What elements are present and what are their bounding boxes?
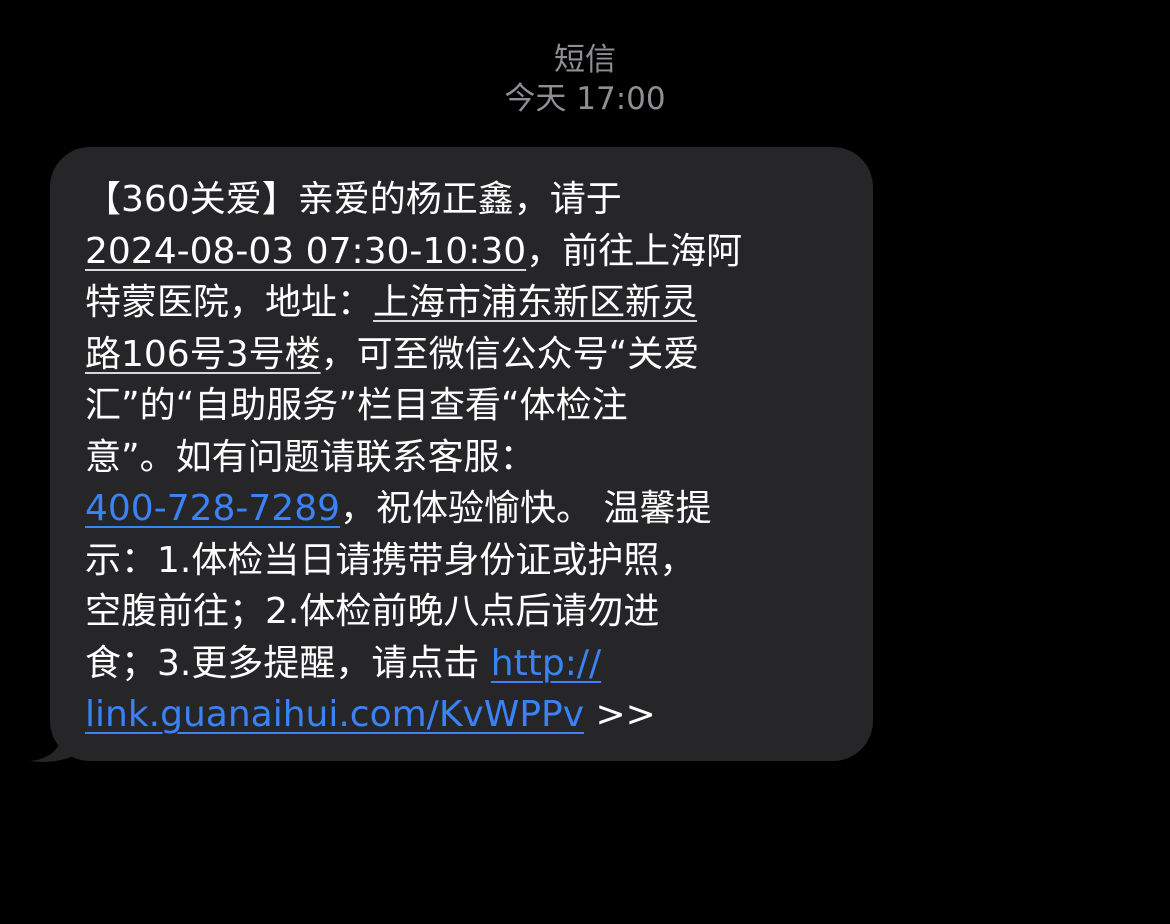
message-text-segment: 【360关爱】亲爱的杨正鑫，请于 [85,179,622,220]
sender-name: 短信 [554,42,616,78]
message-line: 示：1.体检当日请携带身份证或护照， [85,535,860,587]
message-line: 汇”的“自助服务”栏目查看“体检注 [85,380,860,432]
url-link[interactable]: http:// [491,643,601,684]
url-link-continued[interactable]: link.guanaihui.com/KvWPPv [85,694,584,735]
message-text-segment: >> [584,694,656,735]
message-text-segment: ，可至微信公众号“关爱 [320,333,700,375]
message-line: 2024-08-03 07:30-10:30，前往上海阿 [85,226,860,278]
message-line: 【360关爱】亲爱的杨正鑫，请于 [85,174,860,226]
message-line: 意”。如有问题请联系客服： [85,432,860,484]
message-timestamp: 今天 17:00 [504,81,666,117]
address-link[interactable]: 上海市浦东新区新灵 [373,282,697,323]
message-line: 空腹前往；2.体检前晚八点后请勿进 [85,586,860,638]
appointment-date-link[interactable]: 2024-08-03 07:30-10:30 [85,231,526,272]
message-line: 路106号3号楼，可至微信公众号“关爱 [85,329,860,381]
message-text-segment: 意”。如有问题请联系客服： [85,436,536,478]
address-link-continued[interactable]: 路106号3号楼 [85,334,321,375]
message-text-segment: ，祝体验愉快。 温馨提 [340,488,712,529]
message-text-segment: 食；3.更多提醒，请点击 [85,642,491,684]
message-text[interactable]: 【360关爱】亲爱的杨正鑫，请于 2024-08-03 07:30-10:30，… [85,174,860,741]
phone-number-link[interactable]: 400-728-7289 [85,488,340,529]
message-line: 食；3.更多提醒，请点击 http:// [85,638,860,690]
message-line: link.guanaihui.com/KvWPPv >> [85,689,860,741]
message-text-segment: 空腹前往；2.体检前晚八点后请勿进 [85,591,660,632]
message-text-segment: 示：1.体检当日请携带身份证或护照， [85,539,696,581]
message-text-segment: 汇”的“自助服务”栏目查看“体检注 [85,385,628,426]
message-line: 400-728-7289，祝体验愉快。 温馨提 [85,483,860,535]
message-text-segment: 特蒙医院，地址： [85,282,374,323]
message-line: 特蒙医院，地址：上海市浦东新区新灵 [85,277,860,329]
message-text-segment: ，前往上海阿 [526,230,743,272]
